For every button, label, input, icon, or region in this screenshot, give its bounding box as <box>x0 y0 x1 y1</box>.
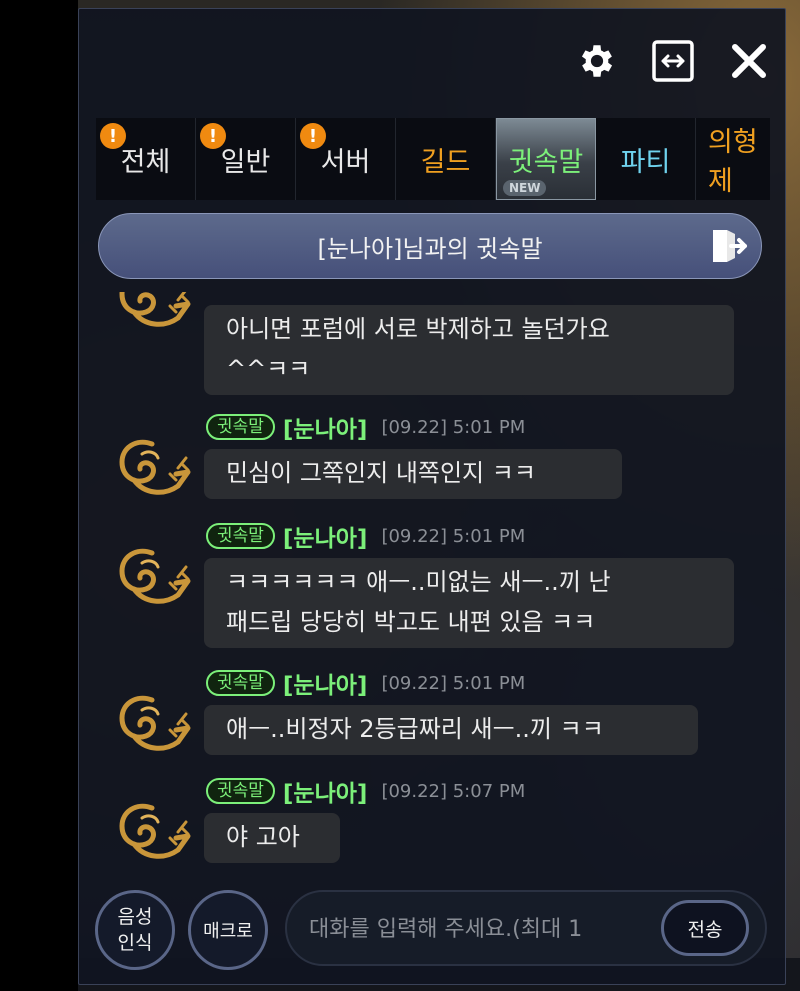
tab-general[interactable]: ! 일반 <box>196 118 296 200</box>
message-text: 민심이 그쪽인지 내쪽인지 ㅋㅋ <box>226 459 536 487</box>
voice-input-button[interactable]: 음성 인식 <box>95 890 175 970</box>
message-bubble: 민심이 그쪽인지 내쪽인지 ㅋㅋ <box>204 449 622 499</box>
message-meta: 귓속말 [눈나아] [09.22] 5:01 PM <box>206 410 525 444</box>
settings-button[interactable] <box>574 38 620 84</box>
gear-icon <box>581 45 613 77</box>
message-time: [09.22] 5:01 PM <box>381 416 526 438</box>
seahorse-avatar-icon <box>112 680 196 764</box>
tab-label: 파티 <box>620 146 671 178</box>
whisper-tag: 귓속말 <box>206 523 275 549</box>
whisper-header: [눈나아]님과의 귓속말 <box>98 213 762 279</box>
screen-edge <box>0 0 78 991</box>
window-controls <box>574 38 772 84</box>
tab-label: 서버 <box>320 146 371 178</box>
exit-door-icon <box>713 230 747 262</box>
close-button[interactable] <box>726 38 772 84</box>
send-button[interactable]: 전송 <box>661 900 749 956</box>
tab-label: 일반 <box>220 146 271 178</box>
macro-button[interactable]: 매크로 <box>188 890 268 970</box>
whisper-title: [눈나아]님과의 귓속말 <box>317 234 543 263</box>
message-bubble: ㅋㅋㅋㅋㅋㅋ 애ㅡ..미없는 새ㅡ..끼 난 패드립 당당히 박고도 내편 있음… <box>204 558 734 648</box>
message-text: 패드립 당당히 박고도 내편 있음 ㅋㅋ <box>226 608 596 636</box>
seahorse-avatar-icon <box>112 292 196 340</box>
message-list[interactable]: 아니면 포럼에 서로 박제하고 놀던가요 ^^ㅋㅋ 귓속말 [눈나아] [09.… <box>96 292 770 867</box>
sender-name[interactable]: [눈나아] <box>283 666 368 700</box>
message-bubble: 애ㅡ..비정자 2등급짜리 새ㅡ..끼 ㅋㅋ <box>204 705 698 755</box>
whisper-tag: 귓속말 <box>206 670 275 696</box>
alert-badge: ! <box>100 123 126 149</box>
message-meta: 귓속말 [눈나아] [09.22] 5:01 PM <box>206 519 525 553</box>
send-label: 전송 <box>687 918 723 941</box>
tab-brotherhood[interactable]: 의형제 <box>696 118 770 200</box>
message-text: 아니면 포럼에 서로 박제하고 놀던가요 <box>226 315 610 343</box>
message-time: [09.22] 5:01 PM <box>381 672 526 694</box>
sender-name[interactable]: [눈나아] <box>283 774 368 808</box>
chat-input-container: 전송 <box>285 890 767 966</box>
tab-server[interactable]: ! 서버 <box>296 118 396 200</box>
tab-label: 의형제 <box>708 127 758 197</box>
whisper-tag: 귓속말 <box>206 414 275 440</box>
seahorse-avatar-icon <box>112 533 196 617</box>
alert-badge: ! <box>300 123 326 149</box>
chat-tabs: ! 전체 ! 일반 ! 서버 길드 귓속말 NEW 파티 의형제 <box>96 118 770 200</box>
close-icon <box>732 44 766 78</box>
tab-whisper[interactable]: 귓속말 NEW <box>496 118 596 200</box>
sender-name[interactable]: [눈나아] <box>283 410 368 444</box>
tab-label: 귓속말 <box>508 146 584 178</box>
message-bubble: 아니면 포럼에 서로 박제하고 놀던가요 ^^ㅋㅋ <box>204 305 734 395</box>
voice-label: 음성 <box>117 906 153 928</box>
message-text: ㅋㅋㅋㅋㅋㅋ 애ㅡ..미없는 새ㅡ..끼 난 <box>226 568 611 596</box>
seahorse-avatar-icon <box>112 424 196 508</box>
message-text: 애ㅡ..비정자 2등급짜리 새ㅡ..끼 ㅋㅋ <box>226 715 604 743</box>
message-meta: 귓속말 [눈나아] [09.22] 5:01 PM <box>206 666 525 700</box>
resize-button[interactable] <box>650 38 696 84</box>
macro-label: 매크로 <box>203 921 253 942</box>
new-badge: NEW <box>503 180 547 196</box>
expand-horizontal-icon <box>652 40 694 82</box>
sender-name[interactable]: [눈나아] <box>283 519 368 553</box>
exit-whisper-button[interactable] <box>709 226 749 266</box>
message-time: [09.22] 5:01 PM <box>381 525 526 547</box>
tab-label: 전체 <box>120 146 171 178</box>
chat-input[interactable] <box>307 892 661 966</box>
tab-all[interactable]: ! 전체 <box>96 118 196 200</box>
message-text: ^^ㅋㅋ <box>226 355 311 383</box>
message-bubble: 야 고아 <box>204 813 340 863</box>
message-text: 야 고아 <box>226 823 300 851</box>
message-time: [09.22] 5:07 PM <box>381 780 526 802</box>
tab-label: 길드 <box>420 146 471 178</box>
voice-label: 인식 <box>117 932 153 954</box>
alert-badge: ! <box>200 123 226 149</box>
whisper-tag: 귓속말 <box>206 778 275 804</box>
tab-party[interactable]: 파티 <box>596 118 696 200</box>
seahorse-avatar-icon <box>112 788 196 867</box>
message-meta: 귓속말 [눈나아] [09.22] 5:07 PM <box>206 774 525 808</box>
tab-guild[interactable]: 길드 <box>396 118 496 200</box>
